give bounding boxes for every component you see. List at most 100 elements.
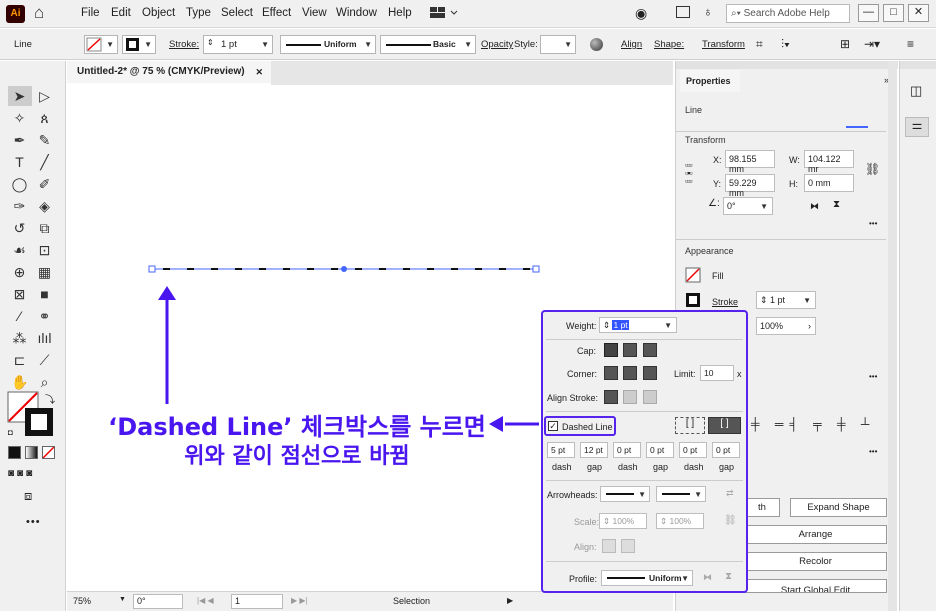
gap-3-field[interactable]: 0 pt bbox=[712, 442, 740, 458]
stroke-profile-dropdown[interactable]: Uniform ▼ bbox=[601, 570, 693, 586]
pen-tool-icon[interactable]: ✒ bbox=[11, 132, 28, 149]
color-icon[interactable] bbox=[8, 446, 21, 459]
close-button[interactable]: ✕ bbox=[908, 4, 929, 22]
shape-builder-icon[interactable]: ⊕ bbox=[11, 264, 28, 281]
stroke-weight-input[interactable]: ⇕ 1 pt ▼ bbox=[599, 317, 677, 333]
properties-scrollbar[interactable] bbox=[888, 61, 897, 611]
stroke-label[interactable]: Stroke: bbox=[169, 39, 199, 50]
lightbulb-icon[interactable]: ♁ bbox=[703, 4, 713, 19]
screen-mode-icon[interactable]: ⧈ bbox=[24, 488, 32, 504]
anchor-end[interactable] bbox=[532, 265, 540, 273]
gradient-mode-icon[interactable] bbox=[25, 446, 38, 459]
align-more-icon[interactable]: ••• bbox=[869, 447, 877, 456]
edit-toolbar-icon[interactable]: ••• bbox=[26, 516, 41, 528]
menu-edit[interactable]: Edit bbox=[111, 7, 131, 19]
line-segment-icon[interactable]: ╱ bbox=[36, 154, 53, 171]
transform-each-icon[interactable]: ⌗ bbox=[756, 37, 763, 52]
arrange-documents-icon[interactable] bbox=[676, 6, 690, 18]
gap-1-field[interactable]: 12 pt bbox=[580, 442, 608, 458]
projecting-cap-icon[interactable] bbox=[643, 343, 657, 357]
document-tab[interactable]: Untitled-2* @ 75 % (CMYK/Preview) ✕ bbox=[67, 61, 271, 85]
partial-button[interactable]: th bbox=[744, 498, 780, 517]
maximize-button[interactable]: □ bbox=[883, 4, 904, 22]
preserve-dash-icon[interactable]: [ ] bbox=[675, 417, 705, 434]
menu-type[interactable]: Type bbox=[186, 7, 211, 19]
search-input[interactable]: ⌕▾ Search Adobe Help bbox=[726, 4, 850, 23]
eyedropper-icon[interactable]: ⁄ bbox=[11, 308, 28, 325]
curvature-icon[interactable]: ✎ bbox=[36, 132, 53, 149]
user-icon[interactable]: ◉ bbox=[635, 5, 647, 22]
shaper-icon[interactable]: ✑ bbox=[11, 198, 28, 215]
rotate-icon[interactable]: ↺ bbox=[11, 220, 28, 237]
direct-selection-icon[interactable]: ▷ bbox=[36, 88, 53, 105]
free-transform-icon[interactable]: ⊡ bbox=[36, 242, 53, 259]
round-cap-icon[interactable] bbox=[623, 343, 637, 357]
constrain-proportions-icon[interactable]: ⛓ bbox=[865, 162, 880, 176]
flip-horizontal-icon[interactable]: ⧓ bbox=[810, 201, 819, 212]
height-field[interactable]: 0 mm bbox=[804, 174, 854, 192]
width-field[interactable]: 104.122 mr bbox=[804, 150, 854, 174]
brush-definition[interactable]: Basic ▼ bbox=[380, 35, 476, 54]
rotation-angle-field[interactable]: 0° ▼ bbox=[723, 197, 773, 215]
menu-file[interactable]: File bbox=[81, 7, 100, 19]
symbol-sprayer-icon[interactable]: ⁂ bbox=[11, 330, 28, 347]
transform-more-icon[interactable]: ••• bbox=[869, 219, 877, 228]
transform-label[interactable]: Transform bbox=[702, 39, 745, 50]
warp-icon[interactable]: ☙ bbox=[11, 242, 28, 259]
scale-icon[interactable]: ⧉ bbox=[36, 220, 53, 237]
dash-3-field[interactable]: 0 pt bbox=[679, 442, 707, 458]
tab-properties[interactable]: Properties bbox=[680, 70, 740, 92]
gradient-icon[interactable]: ■ bbox=[36, 286, 53, 303]
slice-icon[interactable]: ⟋ bbox=[36, 352, 53, 369]
workspace-switcher-icon[interactable] bbox=[430, 7, 458, 19]
expand-shape-button[interactable]: Expand Shape bbox=[790, 498, 887, 517]
properties-toggle-icon[interactable]: ⚌ bbox=[905, 117, 929, 137]
align-center-icon[interactable] bbox=[604, 390, 618, 404]
eraser-icon[interactable]: ◈ bbox=[36, 198, 53, 215]
hand-tool-icon[interactable]: ✋ bbox=[11, 374, 28, 391]
menu-object[interactable]: Object bbox=[142, 7, 175, 19]
swap-fill-stroke-icon[interactable]: ⤵ bbox=[45, 391, 55, 406]
menu-effect[interactable]: Effect bbox=[262, 7, 291, 19]
type-tool-icon[interactable]: T bbox=[11, 154, 28, 171]
menu-select[interactable]: Select bbox=[221, 7, 253, 19]
align-label[interactable]: Align bbox=[621, 39, 642, 50]
chevron-down-icon[interactable]: ▼ bbox=[119, 596, 126, 603]
stroke-label[interactable]: Stroke bbox=[712, 297, 738, 307]
miter-limit-field[interactable]: 10 bbox=[700, 365, 734, 381]
graphic-style-dropdown[interactable]: ▼ bbox=[540, 35, 576, 54]
lasso-icon[interactable]: ጰ bbox=[36, 110, 53, 127]
blend-icon[interactable]: ⚭ bbox=[36, 308, 53, 325]
arrowhead-end-dropdown[interactable]: ▼ bbox=[656, 486, 706, 502]
selection-tool-icon[interactable]: ➤ bbox=[11, 88, 28, 105]
fill-label[interactable]: Fill bbox=[712, 271, 724, 281]
menu-window[interactable]: Window bbox=[336, 7, 377, 19]
rotation-field[interactable]: 0° bbox=[133, 594, 183, 609]
artboard-nav-next-icon[interactable]: ▶ ▶| bbox=[291, 596, 308, 605]
align-buttons-row[interactable]: ╪ ═╡ ╤ ╪ ┴ bbox=[751, 417, 881, 435]
stroke-weight-field[interactable]: ⇕ 1 pt ▼ bbox=[756, 291, 816, 309]
miter-join-icon[interactable] bbox=[604, 366, 618, 380]
flip-vertical-icon[interactable]: ⧗ bbox=[833, 199, 840, 210]
stroke-weight-field[interactable]: ⇕ 1 pt ▼ bbox=[203, 35, 273, 54]
butt-cap-icon[interactable] bbox=[604, 343, 618, 357]
zoom-level[interactable]: 75% bbox=[73, 596, 91, 606]
minimize-button[interactable]: — bbox=[858, 4, 879, 22]
arrange-icon[interactable]: ⇥▾ bbox=[864, 37, 880, 51]
gap-2-field[interactable]: 0 pt bbox=[646, 442, 674, 458]
dash-1-field[interactable]: 5 pt bbox=[547, 442, 575, 458]
column-graph-icon[interactable]: ılıl bbox=[36, 330, 53, 347]
menu-lines-icon[interactable]: ≡ bbox=[907, 37, 914, 51]
menu-help[interactable]: Help bbox=[388, 7, 412, 19]
bevel-join-icon[interactable] bbox=[643, 366, 657, 380]
arrowhead-start-dropdown[interactable]: ▼ bbox=[600, 486, 650, 502]
live-paint-icon[interactable]: ▦ bbox=[36, 264, 53, 281]
recolor-button[interactable]: Recolor bbox=[744, 552, 887, 571]
reference-point-icon[interactable]: ▫▫▫ ▫▪▫ ▫▫▫ bbox=[685, 161, 693, 186]
y-position-field[interactable]: 59.229 mm bbox=[725, 174, 775, 198]
anchor-start[interactable] bbox=[148, 265, 156, 273]
opacity-field[interactable]: 100% › bbox=[756, 317, 816, 335]
menu-view[interactable]: View bbox=[302, 7, 327, 19]
arrange-button[interactable]: Arrange bbox=[744, 525, 887, 544]
appearance-more-icon[interactable]: ••• bbox=[869, 372, 877, 381]
